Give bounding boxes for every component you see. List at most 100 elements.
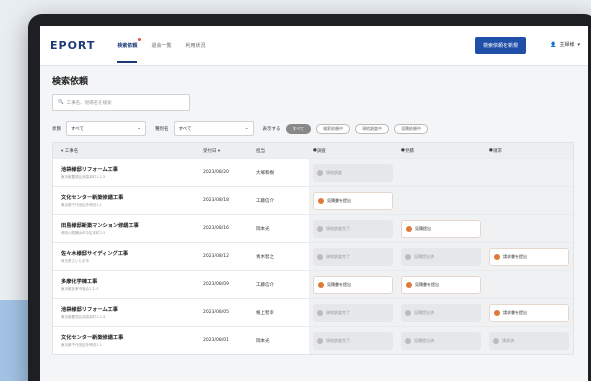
table-row[interactable]: 多摩化学棟工事 東京都多摩市落合1-2-3 2023/08/09 工藤信介 見積書を提出… — [53, 270, 573, 298]
filter-chip-requesting[interactable]: 検索依頼中 — [316, 123, 351, 134]
project-cell: 池袋様邸リフォーム工事 東京都豊島区池袋本町1-2-3 — [53, 306, 203, 320]
quote-cell: 見積書を提出 — [397, 271, 485, 298]
project-name[interactable]: 田島様邸新築マンション修繕工事 — [61, 222, 203, 229]
status-icon — [405, 253, 411, 260]
search-input[interactable]: 🔍 工事名、現場名を検索 — [52, 94, 190, 111]
project-name[interactable]: 佐々木様邸サイディング工事 — [61, 250, 203, 257]
staff-cell: 根上智幸 — [256, 310, 274, 316]
column-header-name[interactable]: ▾ 工事名 — [53, 148, 203, 154]
status-badge[interactable]: 現地調査 — [313, 163, 393, 182]
survey-cell: 見積書を提出 — [309, 187, 397, 214]
sort-label: 表示する — [262, 126, 281, 132]
quote-cell: 見積提出済 — [397, 327, 485, 354]
status-select-value: すべて — [71, 126, 85, 132]
status-label: 現地調査完了 — [326, 225, 350, 231]
filter-chip-quoting[interactable]: 見積依頼中 — [394, 123, 429, 134]
status-icon — [405, 337, 411, 344]
nav-tab-requests[interactable]: 検索依頼 — [117, 28, 142, 63]
page-title: 検索依頼 — [52, 77, 89, 87]
quote-cell: 見積提出済 — [397, 299, 485, 326]
project-cell: 佐々木様邸サイディング工事 埼玉県さいたま市 — [53, 250, 203, 264]
status-badge[interactable]: 現地調査完了 — [313, 331, 393, 350]
status-badge[interactable]: 見積提出済 — [401, 331, 481, 350]
status-label: 現地調査完了 — [326, 337, 350, 343]
project-name[interactable]: 文化センター新築修繕工事 — [61, 194, 203, 201]
status-badge[interactable]: 見積書を提出 — [401, 275, 481, 294]
status-badge[interactable]: 見積書を提出 — [313, 191, 393, 210]
status-label: 請求書を提出 — [503, 309, 527, 315]
staff-cell: 青木智之 — [256, 254, 274, 260]
status-icon — [317, 309, 323, 316]
table-row[interactable]: 文化センター新築修繕工事 東京都千代田区外神田1-1 2023/08/18 工藤信介見… — [53, 186, 573, 214]
project-name[interactable]: 多摩化学棟工事 — [61, 278, 203, 285]
status-badge[interactable]: 請求済 — [489, 331, 569, 350]
status-badge[interactable]: 現地調査完了 — [313, 247, 393, 266]
status-icon — [406, 225, 412, 232]
requests-table: ▾ 工事名 受付日 ▾ 担当 ● 調査 ● 見積 ● 請求 池袋様邸リフォーム工… — [52, 142, 574, 355]
quote-cell: 見積提出 — [397, 215, 485, 242]
bill-cell — [485, 271, 573, 298]
date-cell: 2023/08/20 — [203, 170, 229, 175]
status-badge[interactable]: 見積提出済 — [401, 247, 481, 266]
status-icon — [406, 281, 412, 288]
user-menu[interactable]: 👤 主婦様 ▾ — [550, 41, 580, 49]
chevron-down-icon: ▾ — [577, 41, 580, 48]
status-label: 請求済 — [502, 337, 514, 343]
status-badge[interactable]: 見積提出済 — [401, 303, 481, 322]
column-header-date[interactable]: 受付日 ▾ — [203, 148, 256, 154]
notification-dot — [138, 38, 142, 41]
top-bar: EPORT 検索依頼 退会一覧 利用状況 検索依頼を新規 👤 主婦様 ▾ — [40, 26, 588, 66]
status-icon — [405, 309, 411, 316]
type-select[interactable]: すべて ⌄ — [173, 121, 254, 136]
survey-cell: 現地調査完了 — [309, 215, 397, 242]
status-label: 請求書を提出 — [503, 253, 527, 259]
table-header: ▾ 工事名 受付日 ▾ 担当 ● 調査 ● 見積 ● 請求 — [53, 143, 573, 158]
type-filter-label: 種別名 — [155, 126, 169, 132]
search-icon: 🔍 — [58, 100, 64, 105]
bill-cell: 請求済 — [485, 327, 573, 354]
status-badge[interactable]: 見積提出 — [401, 219, 481, 238]
bill-cell — [485, 215, 573, 242]
new-request-button[interactable]: 検索依頼を新規 — [474, 37, 526, 54]
date-cell: 2023/08/16 — [203, 226, 229, 231]
table-row[interactable]: 文化センター新築修繕工事 東京都千代田区外神田1-1 2023/08/01 岡本光 現地… — [53, 326, 573, 354]
status-label: 現地調査完了 — [326, 253, 350, 259]
search-placeholder: 工事名、現場名を検索 — [66, 100, 112, 106]
table-row[interactable]: 田島様邸新築マンション修繕工事 神奈川県横浜市中区本町2-5 2023/08/16 岡… — [53, 214, 573, 242]
bill-cell — [485, 159, 573, 186]
status-badge[interactable]: 現地調査完了 — [313, 219, 393, 238]
date-cell: 2023/08/12 — [203, 254, 229, 259]
status-badge[interactable]: 請求書を提出 — [489, 247, 569, 266]
column-header-staff: 担当 — [256, 148, 265, 154]
project-cell: 文化センター新築修繕工事 東京都千代田区外神田1-1 — [53, 334, 203, 348]
status-label: 現地調査完了 — [326, 309, 350, 315]
project-name[interactable]: 池袋様邸リフォーム工事 — [61, 306, 203, 313]
bill-cell — [485, 187, 573, 214]
status-label: 見積書を提出 — [327, 197, 351, 203]
project-address: 埼玉県さいたま市 — [61, 258, 89, 263]
status-icon — [317, 169, 323, 176]
status-icon — [317, 253, 323, 260]
survey-cell: 現地調査 — [309, 159, 397, 186]
status-badge[interactable]: 見積書を提出 — [313, 275, 393, 294]
status-badge[interactable]: 請求書を提出 — [489, 303, 569, 322]
quote-cell — [397, 187, 485, 214]
status-badge[interactable]: 現地調査完了 — [313, 303, 393, 322]
table-row[interactable]: 佐々木様邸サイディング工事 埼玉県さいたま市 2023/08/12 青木智之 現地調査完… — [53, 242, 573, 270]
table-row[interactable]: 池袋様邸リフォーム工事 東京都豊島区池袋本町1-2-3 2023/08/20 大塚和樹… — [53, 158, 573, 186]
project-address: 東京都豊島区池袋本町1-2-3 — [61, 314, 106, 319]
app-screen: EPORT 検索依頼 退会一覧 利用状況 検索依頼を新規 👤 主婦様 ▾ 検索依… — [40, 26, 588, 381]
project-cell: 田島様邸新築マンション修繕工事 神奈川県横浜市中区本町2-5 — [53, 222, 203, 236]
status-label: 見積提出済 — [414, 253, 434, 259]
project-name[interactable]: 文化センター新築修繕工事 — [61, 334, 203, 341]
filter-chip-all[interactable]: すべて — [285, 123, 312, 134]
project-name[interactable]: 池袋様邸リフォーム工事 — [61, 166, 203, 173]
nav-tab-usage[interactable]: 利用状況 — [185, 28, 205, 63]
filter-chip-surveying[interactable]: 現地調査中 — [355, 123, 390, 134]
project-cell: 文化センター新築修繕工事 東京都千代田区外神田1-1 — [53, 194, 203, 208]
status-select[interactable]: すべて ⌄ — [66, 121, 146, 136]
project-cell: 池袋様邸リフォーム工事 東京都豊島区池袋本町1-2-3 — [53, 166, 203, 180]
table-row[interactable]: 池袋様邸リフォーム工事 東京都豊島区池袋本町1-2-3 2023/08/05 根上智幸… — [53, 298, 573, 326]
status-icon — [494, 309, 500, 316]
nav-tab-withdrawals[interactable]: 退会一覧 — [151, 28, 171, 63]
